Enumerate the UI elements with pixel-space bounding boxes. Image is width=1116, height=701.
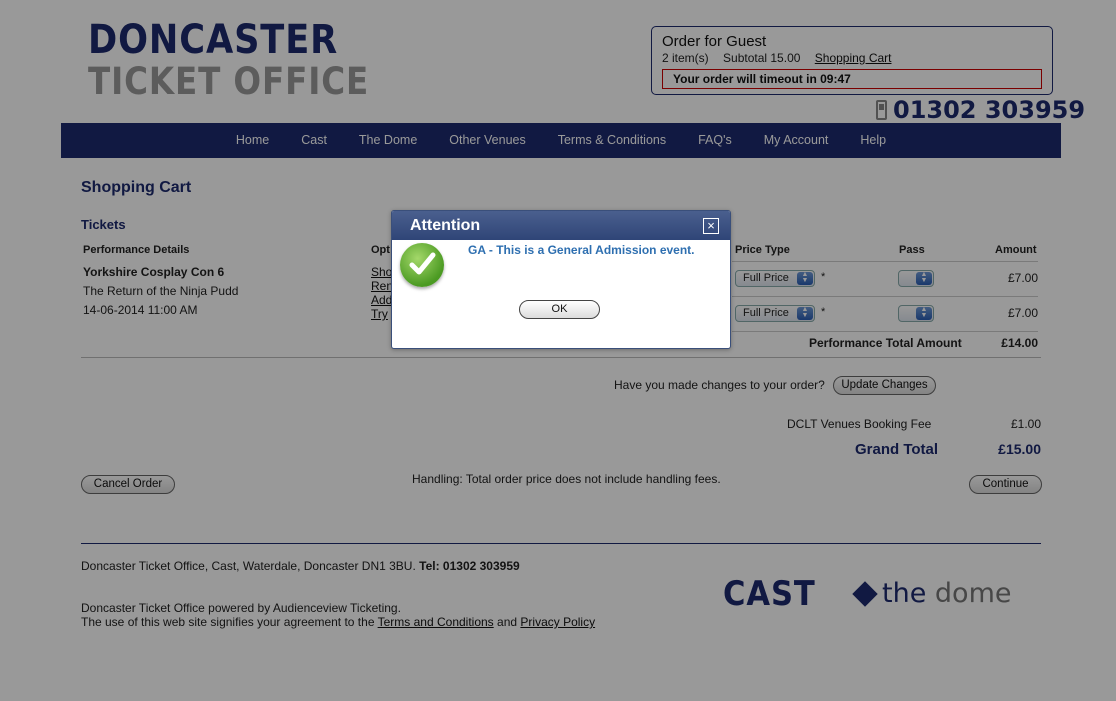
close-icon[interactable]: × bbox=[703, 218, 719, 234]
dialog-message: GA - This is a General Admission event. bbox=[468, 243, 695, 257]
ok-button[interactable]: OK bbox=[519, 300, 600, 319]
modal-overlay[interactable] bbox=[0, 0, 1116, 701]
checkmark-icon bbox=[400, 243, 444, 287]
dialog-title: Attention bbox=[392, 211, 730, 240]
attention-dialog: Attention × GA - This is a General Admis… bbox=[391, 210, 731, 349]
